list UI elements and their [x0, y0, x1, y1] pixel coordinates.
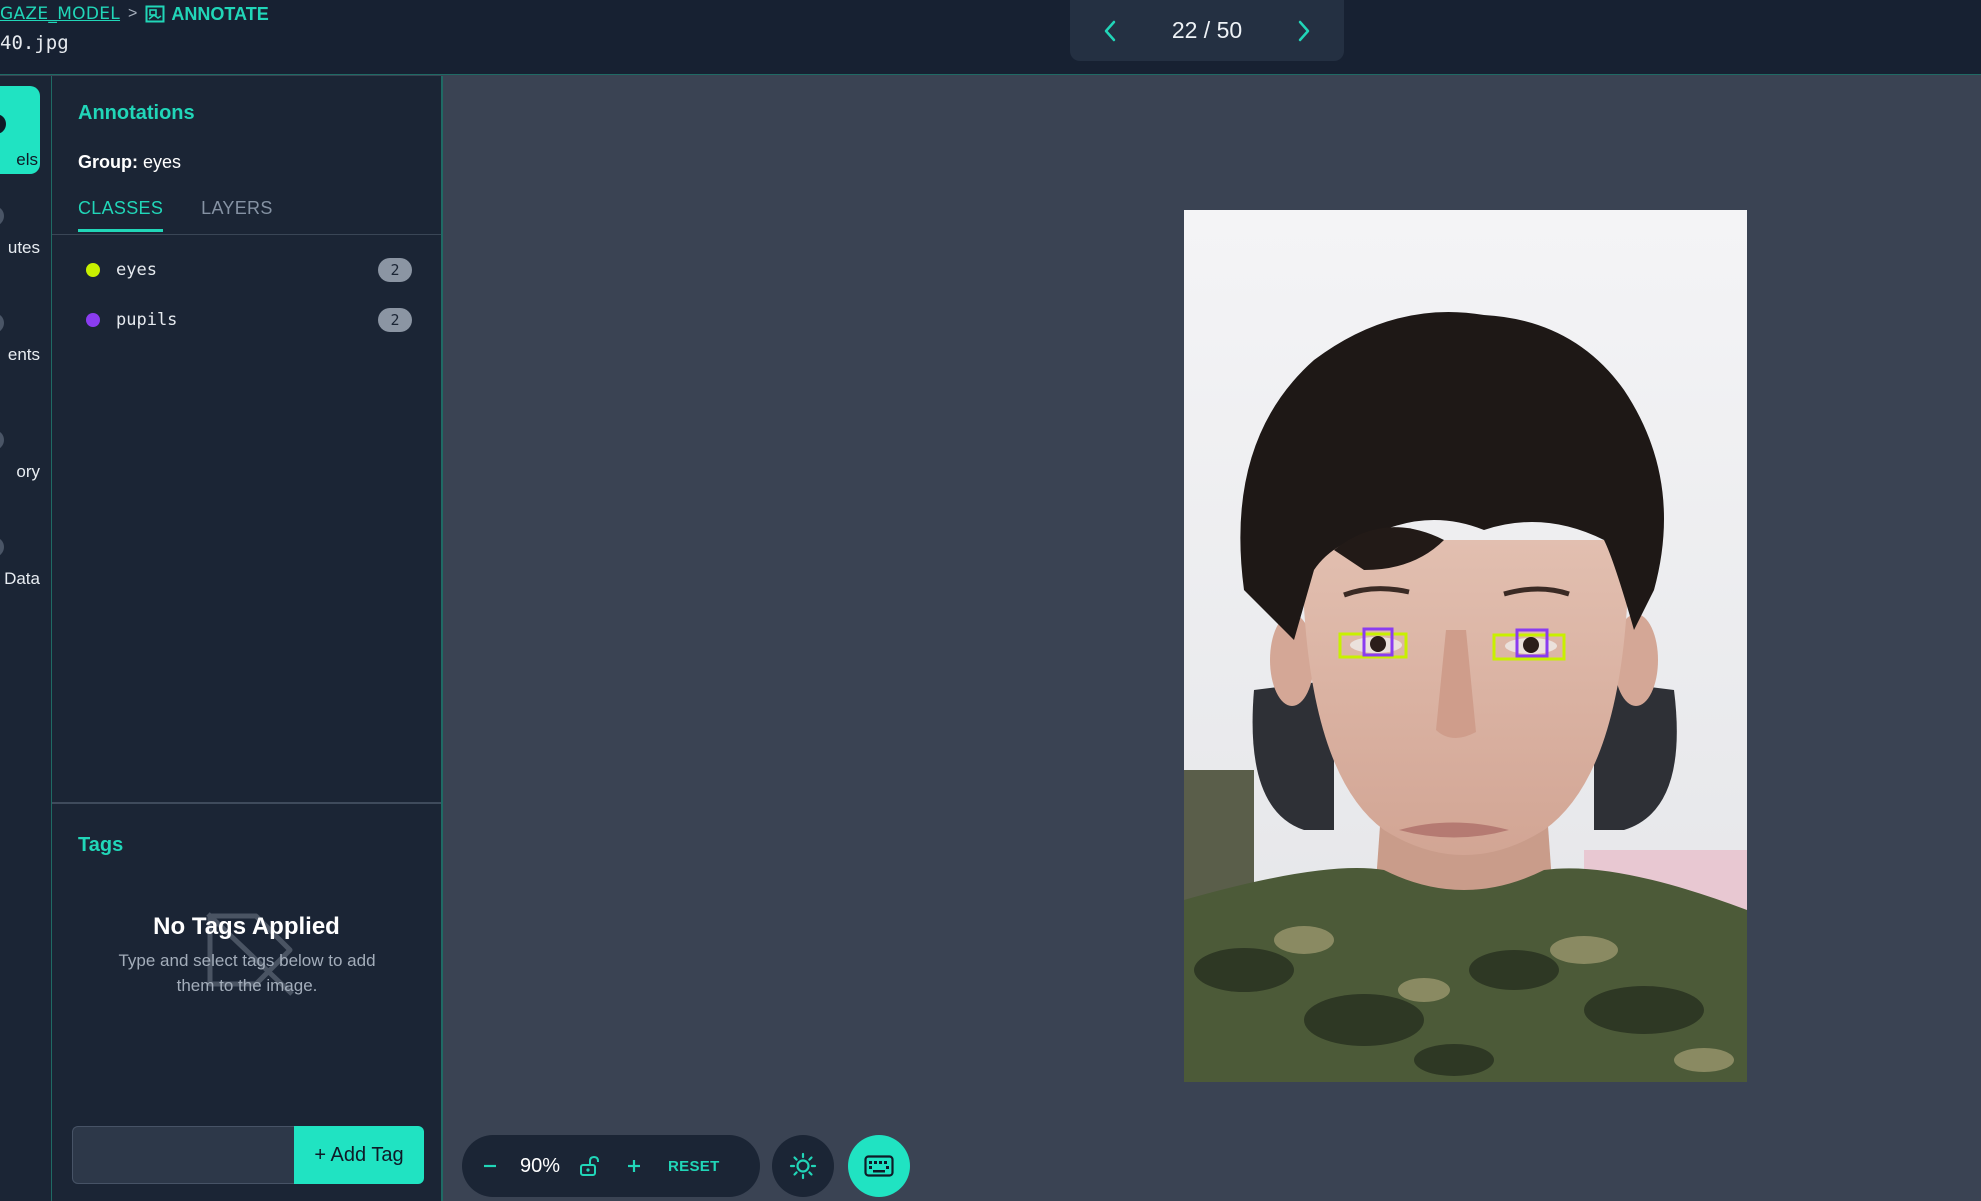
rail-item-label: ory	[16, 462, 40, 481]
class-name: pupils	[116, 310, 178, 330]
zoom-out-button[interactable]	[482, 1158, 498, 1174]
breadcrumb-separator: >	[128, 5, 138, 22]
rail-item-data[interactable]: Data	[0, 537, 52, 617]
zoom-level: 90%	[520, 1154, 561, 1177]
class-color-swatch	[86, 263, 100, 277]
data-icon	[0, 537, 4, 557]
tab-layers[interactable]: LAYERS	[201, 198, 273, 232]
image-pager: 22 / 50	[1070, 0, 1344, 61]
no-tags-title: No Tags Applied	[153, 913, 340, 940]
tab-classes[interactable]: CLASSES	[78, 198, 164, 232]
keyboard-shortcuts-button[interactable]	[848, 1135, 910, 1197]
plus-icon	[628, 1160, 641, 1172]
labels-icon	[0, 114, 6, 134]
tag-input[interactable]	[72, 1126, 294, 1184]
chevron-right-icon	[1298, 20, 1310, 41]
breadcrumb: GAZE_MODEL > ANNOTATE	[0, 3, 269, 25]
top-bar: GAZE_MODEL > ANNOTATE 40.jpg 22 / 50	[0, 0, 1981, 75]
brightness-button[interactable]	[772, 1135, 834, 1197]
class-row-pupils[interactable]: pupils 2	[78, 305, 412, 335]
annotated-image[interactable]	[1184, 210, 1747, 1082]
group-prefix: Group:	[78, 152, 138, 172]
group-line: Group: eyes	[78, 152, 181, 173]
breadcrumb-current-label: ANNOTATE	[171, 3, 269, 24]
unlock-icon	[580, 1155, 600, 1176]
tabs-divider	[52, 234, 441, 235]
rail-item-labels[interactable]: els	[0, 86, 40, 174]
keyboard-icon	[864, 1155, 894, 1177]
annotations-panel: Annotations Group: eyes CLASSES LAYERS e…	[52, 76, 443, 1201]
attributes-icon	[0, 206, 4, 226]
rail-item-comments[interactable]: ents	[0, 313, 52, 393]
face-photo	[1184, 210, 1747, 1082]
add-tag-button[interactable]: + Add Tag	[294, 1126, 424, 1184]
rail-item-label: els	[16, 150, 38, 169]
no-tags-subtitle: Type and select tags below to add them t…	[118, 951, 376, 995]
class-count-badge: 2	[378, 308, 412, 332]
panel-divider	[52, 802, 441, 804]
class-color-swatch	[86, 313, 100, 327]
panel-tabs: CLASSES LAYERS	[78, 198, 273, 232]
class-row-eyes[interactable]: eyes 2	[78, 255, 412, 285]
previous-image-button[interactable]	[1096, 17, 1124, 45]
rail-item-label: utes	[7, 238, 40, 257]
sun-icon	[789, 1152, 817, 1180]
lock-zoom-button[interactable]	[578, 1155, 600, 1177]
rail-item-label: ents	[7, 345, 40, 364]
zoom-in-button[interactable]	[626, 1158, 642, 1174]
annotate-icon	[145, 5, 165, 23]
left-nav-rail: els utes ents ory Data	[0, 76, 52, 1201]
class-count-badge: 2	[378, 258, 412, 282]
chevron-left-icon	[1104, 20, 1116, 41]
history-icon	[0, 430, 4, 450]
reset-zoom-button[interactable]: RESET	[668, 1158, 720, 1175]
next-image-button[interactable]	[1290, 17, 1318, 45]
rail-item-history[interactable]: ory	[0, 430, 52, 510]
minus-icon	[484, 1164, 496, 1168]
breadcrumb-project-link[interactable]: GAZE_MODEL	[0, 4, 120, 24]
pager-label: 22 / 50	[1171, 17, 1243, 43]
annotations-title: Annotations	[78, 102, 195, 124]
image-filename: 40.jpg	[0, 32, 69, 54]
group-name: eyes	[143, 152, 182, 172]
class-name: eyes	[116, 260, 157, 280]
rail-item-label: Data	[4, 569, 40, 588]
rail-item-attributes[interactable]: utes	[0, 206, 52, 286]
comments-icon	[0, 313, 4, 333]
zoom-toolbar: 90% RESET	[462, 1135, 760, 1197]
breadcrumb-current: ANNOTATE	[145, 3, 269, 25]
tags-title: Tags	[78, 834, 124, 856]
